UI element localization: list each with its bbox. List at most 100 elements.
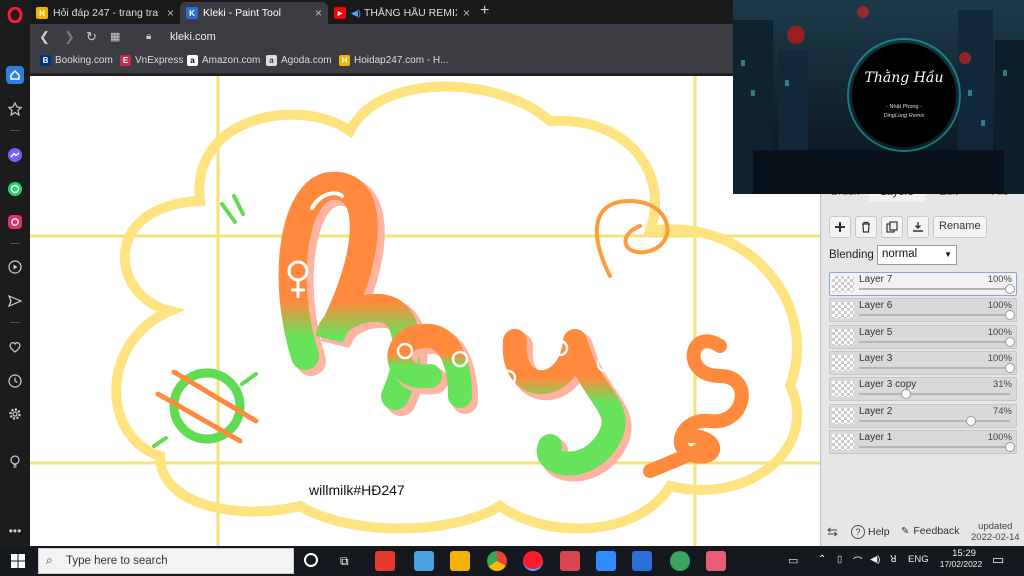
bookmark-booking[interactable]: B Booking.com	[40, 55, 113, 66]
address-field[interactable]: kleki.com	[170, 31, 216, 43]
volume-icon[interactable]: ◀)	[870, 554, 880, 565]
speed-dial-icon[interactable]	[6, 66, 24, 84]
file-explorer-icon[interactable]	[450, 551, 470, 571]
tab-youtube[interactable]: ▶ ◀) THẰNG HẦU REMIX | N ×	[328, 2, 476, 24]
wps-office-icon[interactable]	[375, 551, 395, 571]
layer-opacity-slider[interactable]	[859, 389, 1010, 400]
rename-button[interactable]: Rename	[933, 216, 987, 238]
clock[interactable]: 15:29 17/02/2022	[940, 548, 986, 569]
slider-handle[interactable]	[900, 389, 911, 400]
layer-row[interactable]: Layer 7 100%	[829, 272, 1017, 296]
snip-tool-icon[interactable]	[706, 551, 726, 571]
slider-handle[interactable]	[1005, 336, 1015, 347]
slider-handle[interactable]	[1005, 441, 1015, 452]
tab-kleki[interactable]: K Kleki - Paint Tool ×	[180, 2, 328, 24]
layer-thumbnail	[832, 302, 854, 319]
send-icon[interactable]	[6, 292, 24, 310]
tab-hoidap[interactable]: H Hỏi đáp 247 - trang tra loi ×	[30, 2, 180, 24]
add-layer-button[interactable]	[829, 216, 851, 238]
layer-thumbnail	[832, 381, 854, 398]
instagram-icon[interactable]	[6, 213, 24, 231]
messenger-icon[interactable]	[6, 146, 24, 164]
whatsapp-icon[interactable]	[6, 180, 24, 198]
kleki-icon: K	[186, 7, 198, 19]
tabs-grid-icon[interactable]: ▦	[110, 30, 120, 43]
screen-share-icon[interactable]	[632, 551, 652, 571]
video-picture-in-picture[interactable]: Thằng Hầu - Nhật Phong - DingLong Remix	[733, 0, 1024, 194]
slider-handle[interactable]	[965, 415, 976, 426]
windows-start-icon[interactable]	[11, 554, 25, 571]
layer-row[interactable]: Layer 1 100%	[829, 429, 1017, 454]
layer-opacity-slider[interactable]	[859, 441, 1015, 452]
bookmark-vnexpress[interactable]: E VnExpress	[120, 55, 183, 66]
ime-icon[interactable]: ꓤ	[890, 554, 897, 565]
song-credit: DingLong Remix	[883, 113, 925, 119]
player-icon[interactable]	[6, 258, 24, 276]
signature-text: willmilk#HĐ247	[309, 482, 405, 498]
opera-taskbar-icon[interactable]	[523, 551, 543, 571]
close-tab-icon[interactable]: ×	[315, 6, 322, 20]
bookmark-amazon[interactable]: a Amazon.com	[187, 55, 260, 66]
merge-layer-button[interactable]	[907, 216, 929, 238]
opera-logo-icon[interactable]	[6, 6, 24, 24]
forward-icon[interactable]: ❯	[64, 29, 75, 45]
task-view-icon[interactable]: ⧉	[340, 554, 349, 569]
back-icon[interactable]: ❮	[39, 29, 50, 45]
chrome-profile-icon[interactable]	[670, 551, 690, 571]
heart-icon[interactable]	[6, 338, 24, 356]
pencil-icon: ✎	[901, 525, 910, 537]
layer-row[interactable]: Layer 3 copy 31%	[829, 377, 1017, 402]
duplicate-layer-button[interactable]	[881, 216, 903, 238]
layer-row[interactable]: Layer 2 74%	[829, 403, 1017, 428]
reload-icon[interactable]: ↻	[86, 29, 97, 45]
battery-icon[interactable]: ▯	[837, 554, 842, 565]
close-tab-icon[interactable]: ×	[463, 6, 470, 20]
feedback-button[interactable]: ✎ Feedback	[901, 525, 960, 537]
bookmark-agoda[interactable]: a Agoda.com	[266, 55, 332, 66]
lightbulb-icon[interactable]	[6, 452, 24, 470]
layer-thumbnail	[832, 328, 854, 345]
new-tab-button[interactable]: +	[480, 2, 489, 20]
letter-y	[499, 329, 632, 482]
layer-opacity-slider[interactable]	[859, 415, 1010, 426]
help-button[interactable]: ? Help	[851, 525, 890, 539]
layer-row[interactable]: Layer 5 100%	[829, 324, 1017, 349]
slider-handle[interactable]	[1005, 284, 1015, 294]
opera-sidebar: •••	[0, 0, 30, 546]
slider-handle[interactable]	[1005, 362, 1015, 373]
more-dots-icon[interactable]: •••	[6, 522, 24, 540]
chrome-icon[interactable]	[487, 551, 507, 571]
delete-layer-button[interactable]	[855, 216, 877, 238]
speaker-icon[interactable]: ◀)	[351, 8, 361, 19]
pinboard-icon[interactable]	[6, 100, 24, 118]
layer-row[interactable]: Layer 6 100%	[829, 298, 1017, 323]
tray-keyboard-icon[interactable]: ▭	[788, 554, 798, 567]
settings-gear-icon[interactable]	[6, 405, 24, 423]
layer-name: Layer 3	[859, 352, 893, 364]
bookmark-hoidap[interactable]: H Hoidap247.com - H...	[339, 55, 449, 66]
layer-opacity-slider[interactable]	[859, 284, 1015, 294]
paint-app-icon[interactable]	[560, 551, 580, 571]
laptop-app-icon[interactable]	[414, 551, 434, 571]
agoda-icon: a	[266, 55, 277, 66]
close-tab-icon[interactable]: ×	[167, 6, 174, 20]
language-indicator[interactable]: ENG	[908, 554, 929, 565]
notifications-icon[interactable]: ▭	[992, 552, 1004, 568]
history-icon[interactable]	[6, 372, 24, 390]
song-title: Thằng Hầu	[864, 70, 944, 86]
layer-opacity-slider[interactable]	[859, 310, 1015, 321]
drawing-canvas[interactable]: willmilk#HĐ247	[30, 76, 820, 546]
cortana-icon[interactable]	[304, 553, 318, 567]
blending-select[interactable]: normal ▼	[877, 245, 957, 265]
duplicate-icon	[886, 221, 898, 233]
chevron-up-icon[interactable]: ⌃	[818, 554, 826, 565]
layer-opacity-slider[interactable]	[859, 336, 1015, 347]
layer-opacity-slider[interactable]	[859, 362, 1015, 373]
zoom-icon[interactable]	[596, 551, 616, 571]
layer-row[interactable]: Layer 3 100%	[829, 350, 1017, 375]
taskbar-search[interactable]: ⌕ Type here to search	[38, 548, 294, 574]
network-icon[interactable]: ⌒	[853, 554, 863, 568]
layer-name: Layer 1	[859, 431, 893, 443]
slider-handle[interactable]	[1005, 310, 1015, 321]
swap-arrows-icon[interactable]: ⇆	[827, 524, 838, 540]
